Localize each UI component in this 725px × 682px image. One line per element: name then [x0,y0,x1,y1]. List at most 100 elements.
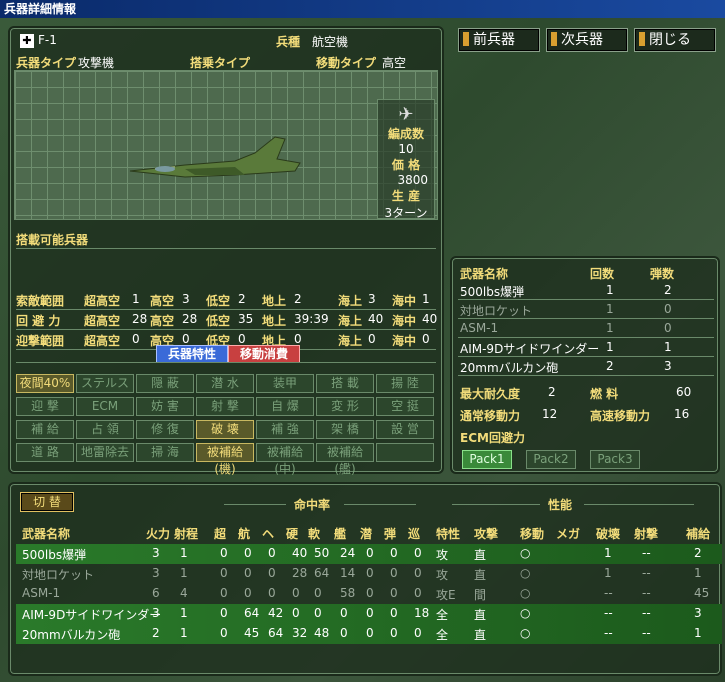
divider [458,375,714,376]
pack-button-1[interactable]: Pack1 [462,450,512,469]
weapon-ammo: 1 [664,340,672,354]
table-cell: 0 [220,546,228,560]
table-header-cell: 潜 [360,527,373,541]
button-marker [463,32,469,46]
table-cell: 0 [292,606,300,620]
type-label: 兵器タイプ [16,56,77,70]
jet-image [129,136,301,178]
table-cell: 6 [152,586,160,600]
table-cell: 1 [694,626,702,640]
table-cell: 64 [244,606,260,620]
divider [344,504,416,505]
fast-move-value: 16 [674,407,690,421]
divider [16,248,436,249]
trait-2-2: 修 復 [136,420,194,439]
weapon-count: 2 [606,359,614,373]
range-cell-label: 超高空 [84,334,121,348]
durability-label: 最大耐久度 [460,387,521,401]
table-cell: 0 [340,626,348,640]
range-cell-value: 28 [132,312,148,326]
weapons-header-name: 武器名称 [460,267,509,281]
switch-button[interactable]: 切 替 [20,492,74,512]
table-cell: 0 [366,546,374,560]
table-row[interactable]: AIM-9Dサイドワインダー 3 1 0 64 42 0 0 0 0 0 18 全直 ○ -- -- 3 [16,604,722,624]
trait-2-3: 破 壊 [196,420,254,439]
range-cell-value: 40 [422,312,438,326]
pack-button-2[interactable]: Pack2 [526,450,576,469]
table-cell: 1 [180,546,188,560]
table-cell: 2 [152,626,160,640]
weapon-ammo: 2 [664,283,672,297]
table-cell: 64 [268,626,284,640]
table-cell: 3 [152,566,160,580]
trait-2-6: 設 営 [376,420,434,439]
table-row[interactable]: 20mmバルカン砲 2 1 0 45 64 32 48 0 0 0 0 全直 ○ -- -- 1 [16,624,722,644]
unit-name: F-1 [38,33,57,47]
range-cell-label: 超高空 [84,294,121,308]
table-cell: 18 [414,606,430,620]
range-cell-label: 地上 [262,314,287,328]
table-cell: 0 [390,606,398,620]
range-cell-value: 3 [182,292,190,306]
weapons-header-ammo: 弾数 [650,267,675,281]
fuel-label: 燃 料 [590,387,619,401]
table-cell: 24 [340,546,356,560]
prev-weapon-button[interactable]: 前兵器 [458,28,540,52]
table-cell: 0 [220,606,228,620]
range-cell-value: 1 [132,292,140,306]
table-header-cell: 武器名称 [22,527,71,541]
range-cell-label: 海上 [338,294,363,308]
durability-value: 2 [548,385,556,399]
trait-3-1: 地雷除去 [76,443,134,462]
tab-traits[interactable]: 兵器特性 [156,345,228,363]
table-cell: -- [604,586,613,600]
trait-3-0: 道 路 [16,443,74,462]
table-cell: 0 [366,566,374,580]
table-cell: ○ [520,546,531,560]
table-cell: 0 [244,546,252,560]
table-cell: 2 [694,546,702,560]
range-cell-value: 0 [182,332,190,346]
table-row[interactable]: ASM-1 6 4 0 0 0 0 0 58 0 0 0 攻E 間 ○ -- -- 45 [16,584,722,604]
next-weapon-button[interactable]: 次兵器 [546,28,628,52]
trait-0-1: ステルス [76,374,134,393]
move-type-label: 移動タイプ [316,56,377,70]
pack-button-3[interactable]: Pack3 [590,450,640,469]
table-cell: 48 [314,626,330,640]
table-cell: 0 [244,586,252,600]
trait-2-0: 補 給 [16,420,74,439]
table-cell: 間 [474,588,487,602]
table-cell: 0 [390,546,398,560]
tab-move-cost[interactable]: 移動消費 [228,345,300,363]
move-type-value: 高空 [382,56,407,70]
range-cell-label: 海中 [392,294,417,308]
trait-0-4: 装甲 [256,374,314,393]
table-cell: 0 [414,546,422,560]
table-cell: 0 [390,586,398,600]
divider [458,299,714,300]
table-cell: -- [642,626,651,640]
trait-2-5: 架 橋 [316,420,374,439]
table-cell: 0 [292,586,300,600]
table-cell: 0 [314,606,322,620]
range-cell-value: 28 [182,312,198,326]
range-cell-label: 高空 [150,314,175,328]
kind-value: 航空機 [312,35,349,49]
table-row[interactable]: 500lbs爆弾 3 1 0 0 0 40 50 24 0 0 0 攻直 ○ 1 -- 2 [16,544,722,564]
table-cell: 0 [340,606,348,620]
window-title: 兵器詳細情報 [0,0,725,18]
aircraft-icon: ✈ [398,104,414,125]
table-header-cell: 射程 [174,527,199,541]
next-weapon-label: 次兵器 [561,32,603,48]
close-button[interactable]: 閉じる [634,28,716,52]
table-cell: 攻 [436,568,449,582]
close-label: 閉じる [649,32,691,48]
carry-label: 搭乗タイプ [190,56,251,70]
range-label: 索敵範囲 [16,294,65,308]
trait-3-3: 被補給(機) [196,443,254,476]
table-cell: ○ [520,566,531,580]
table-cell: 直 [474,568,487,582]
divider [452,504,540,505]
table-row[interactable]: 対地ロケット 3 1 0 0 0 28 64 14 0 0 0 攻直 ○ 1 -- 1 [16,564,722,584]
table-header-cell: 艦 [334,527,347,541]
